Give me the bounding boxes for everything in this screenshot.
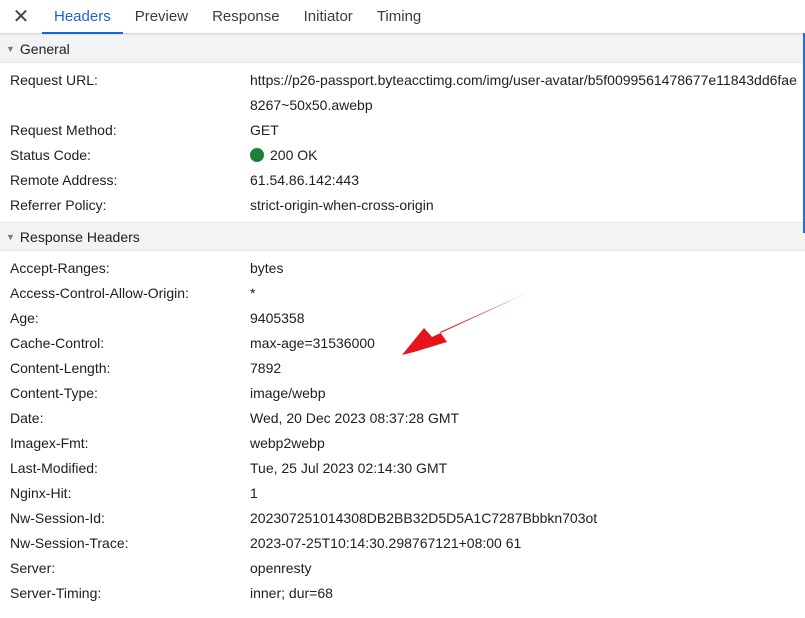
header-name: Server-Timing:	[10, 585, 102, 601]
header-value: https://p26-passport.byteacctimg.com/img…	[250, 72, 797, 113]
header-name: Last-Modified:	[10, 460, 98, 476]
header-value: GET	[250, 122, 279, 138]
header-row: Age: 9405358	[0, 306, 805, 331]
header-value: *	[250, 285, 256, 301]
tab-headers[interactable]: Headers	[42, 0, 123, 34]
header-row: Imagex-Fmt: webp2webp	[0, 431, 805, 456]
header-row: Cache-Control: max-age=31536000	[0, 331, 805, 356]
header-name: Content-Length:	[10, 360, 111, 376]
header-value: strict-origin-when-cross-origin	[250, 197, 434, 213]
collapse-triangle-icon: ▼	[6, 43, 15, 54]
tab-initiator[interactable]: Initiator	[292, 0, 365, 33]
header-row: Date: Wed, 20 Dec 2023 08:37:28 GMT	[0, 406, 805, 431]
header-row: Content-Type: image/webp	[0, 381, 805, 406]
header-name: Referrer Policy:	[10, 197, 107, 213]
header-value: 9405358	[250, 310, 305, 326]
header-row: Server: openresty	[0, 556, 805, 581]
header-value: Wed, 20 Dec 2023 08:37:28 GMT	[250, 410, 460, 426]
header-row: Nginx-Hit: 1	[0, 481, 805, 506]
header-name: Nw-Session-Id:	[10, 510, 105, 526]
header-value: webp2webp	[250, 435, 325, 451]
response-headers-section-title: Response Headers	[19, 228, 140, 245]
header-name: Cache-Control:	[10, 335, 105, 351]
header-row: Access-Control-Allow-Origin: *	[0, 281, 805, 306]
header-name: Server:	[10, 560, 56, 576]
tab-response[interactable]: Response	[200, 0, 292, 33]
header-value: openresty	[250, 560, 312, 576]
header-name: Accept-Ranges:	[10, 260, 110, 276]
tab-bar: ✕ Headers Preview Response Initiator Tim…	[0, 0, 805, 34]
header-row: Referrer Policy: strict-origin-when-cross…	[0, 193, 805, 218]
header-value: 202307251014308DB2BB32D5D5A1C7287Bbbkn70…	[250, 510, 598, 526]
tab-preview[interactable]: Preview	[123, 0, 200, 33]
general-rows: Request URL: https://p26-passport.byteacc…	[0, 63, 805, 222]
close-icon[interactable]: ✕	[0, 0, 42, 33]
header-name: Remote Address:	[10, 172, 118, 188]
header-row: Request Method: GET	[0, 118, 805, 143]
header-value: 2023-07-25T10:14:30.298767121+08:00 61	[250, 535, 522, 551]
header-row: Request URL: https://p26-passport.byteacc…	[0, 68, 805, 118]
header-value: 61.54.86.142:443	[250, 172, 359, 188]
header-row: Status Code: 200 OK	[0, 143, 805, 168]
header-name: Access-Control-Allow-Origin:	[10, 285, 189, 301]
status-code-text: 200 OK	[270, 147, 318, 163]
header-name: Nw-Session-Trace:	[10, 535, 129, 551]
general-section-header[interactable]: ▼ General	[0, 34, 805, 63]
header-row: Server-Timing: inner; dur=68	[0, 581, 805, 606]
header-name: Nginx-Hit:	[10, 485, 72, 501]
header-value: 1	[250, 485, 258, 501]
header-row: Content-Length: 7892	[0, 356, 805, 381]
header-name: Request Method:	[10, 122, 117, 138]
header-value: inner; dur=68	[250, 585, 333, 601]
general-section-title: General	[19, 40, 70, 57]
header-name: Request URL:	[10, 72, 98, 88]
header-value: bytes	[250, 260, 284, 276]
header-value: max-age=31536000	[250, 335, 375, 351]
tab-timing[interactable]: Timing	[365, 0, 433, 33]
collapse-triangle-icon: ▼	[6, 231, 15, 242]
header-row: Remote Address: 61.54.86.142:443	[0, 168, 805, 193]
header-value: Tue, 25 Jul 2023 02:14:30 GMT	[250, 460, 448, 476]
header-name: Content-Type:	[10, 385, 98, 401]
header-row: Last-Modified: Tue, 25 Jul 2023 02:14:30 …	[0, 456, 805, 481]
header-name: Imagex-Fmt:	[10, 435, 89, 451]
header-name: Age:	[10, 310, 39, 326]
response-headers-section-header[interactable]: ▼ Response Headers	[0, 222, 805, 251]
header-row: Nw-Session-Id: 202307251014308DB2BB32D5D5…	[0, 506, 805, 531]
header-value: 200 OK	[250, 143, 805, 168]
header-row: Accept-Ranges: bytes	[0, 256, 805, 281]
header-name: Status Code:	[10, 147, 91, 163]
response-header-rows: Accept-Ranges: bytes Access-Control-Allow-…	[0, 251, 805, 610]
header-value: image/webp	[250, 385, 326, 401]
header-name: Date:	[10, 410, 44, 426]
header-row: Nw-Session-Trace: 2023-07-25T10:14:30.298…	[0, 531, 805, 556]
status-dot-icon	[250, 148, 264, 162]
header-value: 7892	[250, 360, 282, 376]
